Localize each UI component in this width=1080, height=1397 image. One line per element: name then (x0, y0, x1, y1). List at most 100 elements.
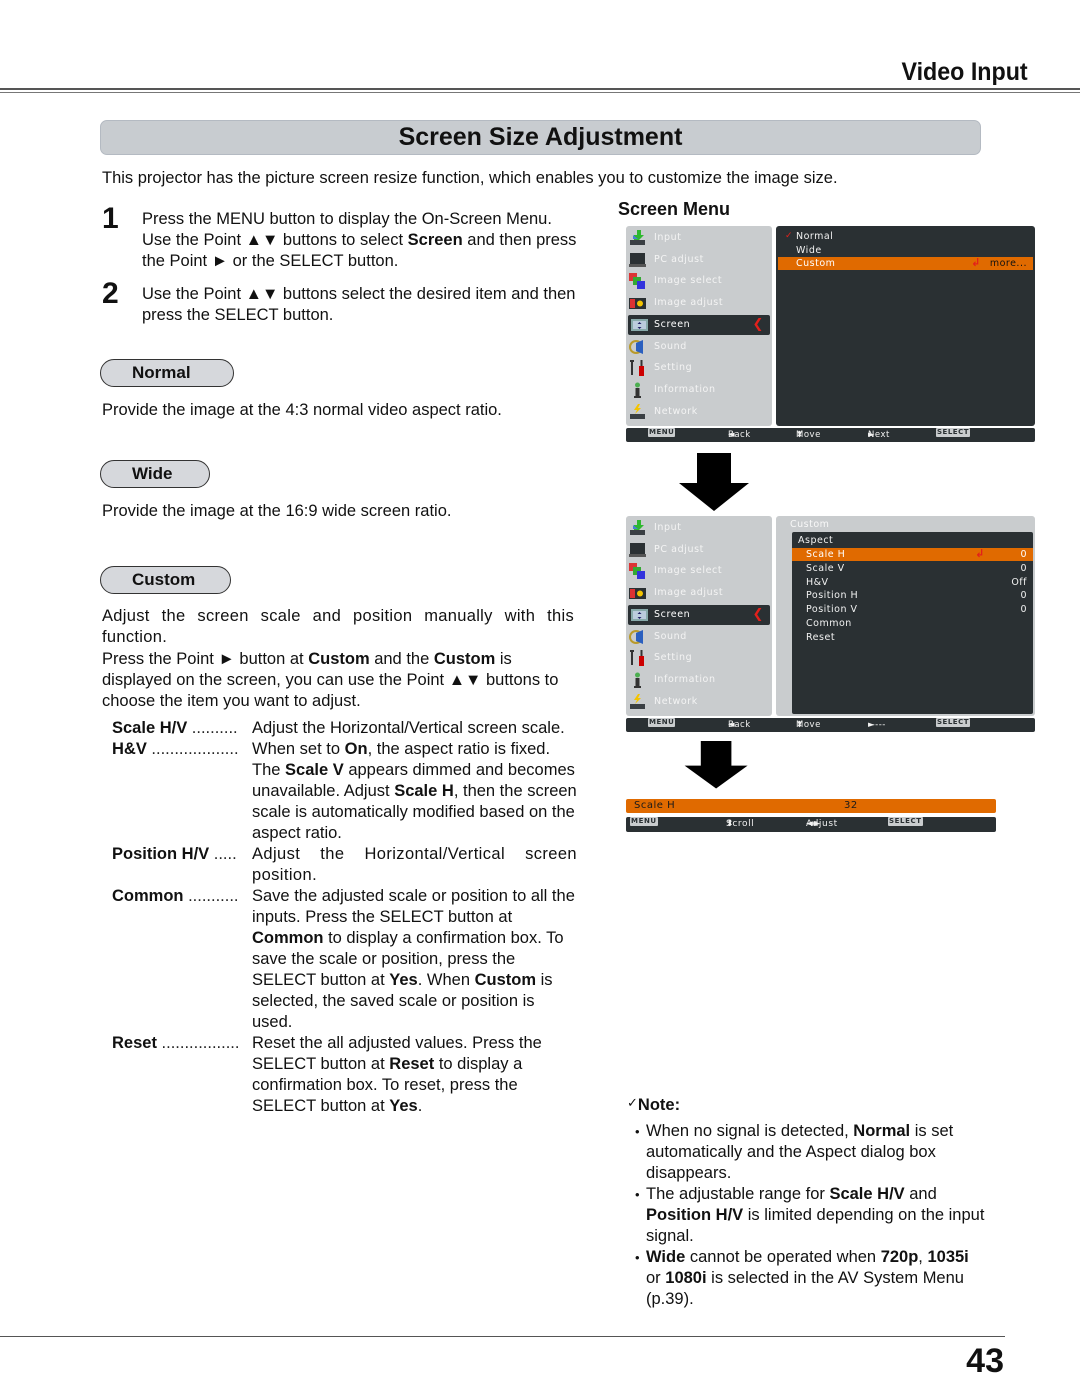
item-label: H&V (806, 576, 829, 588)
text-run: . When (417, 971, 475, 989)
menu-item-label: Image adjust (654, 297, 724, 309)
item-value: 0 (1020, 562, 1027, 574)
bold-term: Scale V (285, 761, 344, 779)
menu-item-label: Setting (654, 362, 693, 374)
help-move: ⬍ Move (796, 718, 821, 732)
custom-item-scale-v[interactable]: Scale V 0 (792, 562, 1033, 575)
bold-term: Scale H/V (829, 1185, 905, 1203)
mode-desc-normal: Provide the image at the 4:3 normal vide… (102, 401, 502, 419)
text-run: The adjustable range for (646, 1185, 830, 1203)
menu-item-label: Image select (654, 275, 723, 287)
sound-icon (629, 339, 643, 354)
main-menu-item-sound[interactable]: Sound (626, 337, 772, 357)
bold-term: 1035i (927, 1248, 969, 1266)
menu-item-label: Sound (654, 630, 687, 642)
main-menu-item-image-select[interactable]: Image select (626, 271, 772, 291)
text-run: cannot be operated when (685, 1248, 881, 1266)
main-menu-item-setting[interactable]: Setting (626, 358, 772, 378)
check-icon: ✓ (785, 231, 794, 241)
definition-item: H&V ................... When set to On, t… (112, 739, 582, 844)
step-number: 1 (102, 202, 119, 235)
item-label: Position H (806, 590, 859, 602)
help-select: SELECTSelect (936, 428, 970, 442)
main-menu-item-pc-adjust[interactable]: PC adjust (626, 250, 772, 270)
mode-desc-custom: Adjust the screen scale and position man… (102, 607, 574, 646)
bold-term: Yes (389, 1097, 418, 1115)
aspect-option-custom[interactable]: Custom ↲ more... (778, 256, 1033, 270)
key-glyph-icon: ⬍ (726, 819, 735, 829)
menu-item-label: PC adjust (654, 543, 704, 555)
custom-item-scale-h[interactable]: Scale H ↲ 0 (792, 547, 1033, 561)
option-value: more... (989, 258, 1027, 269)
menu-item-label: Sound (654, 340, 687, 352)
select-key-icon: SELECT (888, 817, 923, 826)
main-menu-item-screen[interactable]: Screen ❮ (628, 604, 770, 625)
main-menu-item-screen[interactable]: Screen ❮ (628, 314, 770, 335)
definition-term: H&V ................... (112, 739, 252, 844)
custom-item-h-v[interactable]: H&V Off (792, 576, 1033, 589)
main-menu-item-pc-adjust[interactable]: PC adjust (626, 540, 772, 560)
page-number: 43 (966, 1342, 1004, 1380)
mode-desc-custom-2: Press the Point ► button at Custom and t… (102, 649, 574, 712)
main-menu-item-network[interactable]: Network (626, 692, 772, 712)
main-menu-item-information[interactable]: Information (626, 670, 772, 690)
check-icon: ✓ (627, 1095, 638, 1110)
screen-icon (631, 318, 648, 331)
main-menu-item-sound[interactable]: Sound (626, 627, 772, 647)
main-menu-panel: Input PC adjust Image select Image adjust Sc… (626, 516, 772, 716)
main-menu-item-network[interactable]: Network (626, 402, 772, 422)
note-item: The adjustable range for Scale H/V and P… (635, 1184, 985, 1247)
definition-item: Position H/V ..... Adjust the Horizontal/… (112, 844, 582, 886)
main-menu-item-image-adjust[interactable]: Image adjust (626, 583, 772, 603)
help-next: ► Next (868, 428, 890, 442)
selected-arrow-icon: ❮ (752, 316, 764, 332)
step-number: 2 (102, 277, 119, 310)
leader-dots: ................... (146, 740, 239, 758)
network-icon (630, 403, 645, 419)
bold-term: Custom (474, 971, 537, 989)
input-icon (630, 520, 645, 535)
main-menu-item-information[interactable]: Information (626, 380, 772, 400)
custom-item-common[interactable]: Common (792, 617, 1033, 630)
text-run: Use the Point ▲▼ buttons select the desi… (142, 285, 576, 324)
aspect-option-normal[interactable]: ✓ Normal (785, 230, 1026, 243)
text-run: Save the adjusted scale or position to a… (252, 887, 575, 926)
custom-item-position-h[interactable]: Position H 0 (792, 589, 1033, 602)
main-menu-item-image-adjust[interactable]: Image adjust (626, 293, 772, 313)
bold-term: Screen (407, 231, 463, 249)
custom-item-position-v[interactable]: Position V 0 (792, 603, 1033, 616)
aspect-option-wide[interactable]: Wide (796, 244, 1026, 257)
option-label: Wide (796, 244, 822, 256)
select-key-icon: SELECT (936, 718, 970, 727)
item-label: Position V (806, 604, 858, 616)
menu-item-label: Screen (654, 318, 691, 330)
scale-label: Scale H (634, 800, 676, 811)
enter-icon: ↲ (975, 547, 985, 560)
information-icon (634, 672, 641, 688)
text-run: When no signal is detected, (646, 1122, 854, 1140)
menu-item-label: Input (654, 522, 682, 533)
menu-item-label: Image adjust (654, 587, 724, 599)
pc-adjust-icon (629, 252, 646, 267)
help-back: SELECTBack (888, 817, 923, 832)
image-adjust-icon (629, 298, 646, 310)
bold-term: On (344, 740, 368, 758)
image-select-icon (629, 273, 645, 290)
text-run: or (646, 1269, 666, 1287)
step-text: Press the MENU button to display the On-… (142, 209, 582, 272)
main-menu-item-input[interactable]: Input (626, 228, 772, 248)
item-value: 0 (1020, 549, 1027, 560)
mode-desc-wide: Provide the image at the 16:9 wide scree… (102, 502, 452, 520)
screen-icon (631, 608, 648, 621)
submenu-header: Custom (790, 519, 830, 530)
definition-term: Common ........... (112, 886, 252, 1033)
item-label: Reset (806, 631, 836, 643)
main-menu-item-setting[interactable]: Setting (626, 648, 772, 668)
main-menu-item-image-select[interactable]: Image select (626, 561, 772, 581)
menu-item-label: PC adjust (654, 253, 704, 265)
main-menu-item-input[interactable]: Input (626, 518, 772, 538)
custom-item-reset[interactable]: Reset (792, 631, 1033, 644)
text-run: Press the Point ► button at (102, 650, 309, 668)
bold-term: Reset (389, 1055, 435, 1073)
scale-h-dialog[interactable]: Scale H 32 (626, 799, 996, 813)
